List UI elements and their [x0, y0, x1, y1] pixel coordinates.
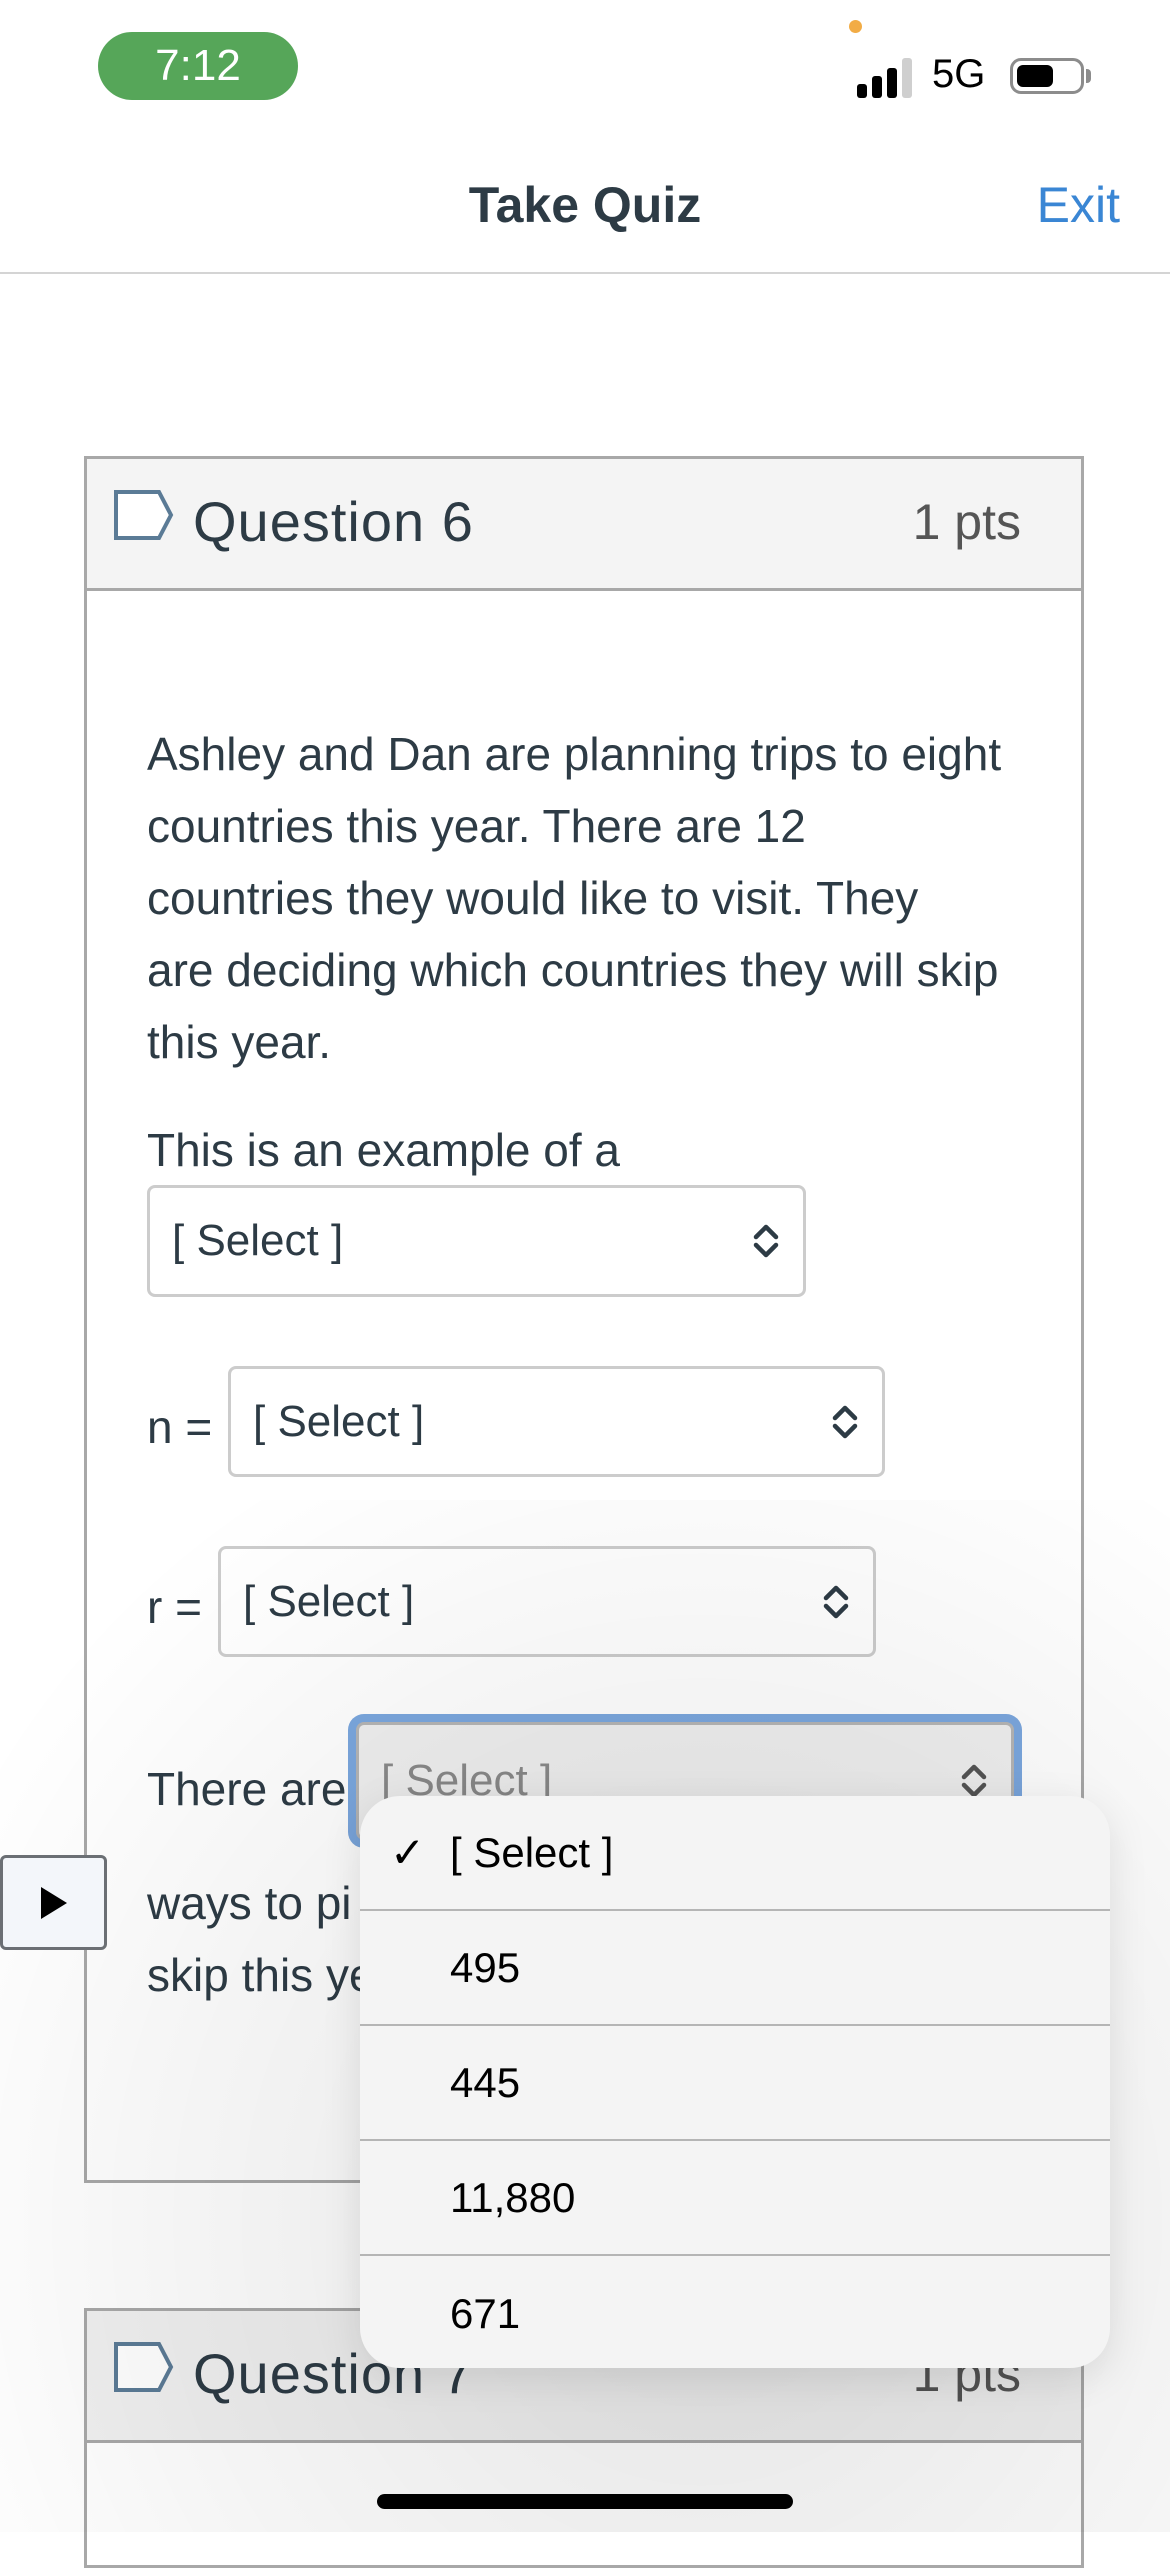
- question-text-line: Ashley and Dan are planning trips to eig…: [147, 728, 1002, 780]
- dropdown-option[interactable]: 445: [360, 2026, 1110, 2141]
- example-type-select[interactable]: [ Select ]: [147, 1185, 806, 1297]
- privacy-indicator-dot: [849, 20, 862, 33]
- example-prompt: This is an example of a: [147, 1124, 621, 1176]
- chevron-up-down-icon: [832, 1405, 858, 1438]
- question-text-line: countries they would like to visit. They: [147, 872, 919, 924]
- r-select[interactable]: [ Select ]: [218, 1546, 876, 1657]
- question-text-line: this year.: [147, 1016, 332, 1068]
- there-are-label: There are: [147, 1763, 347, 1815]
- ways-text-line-2: skip this ye: [147, 1949, 375, 2001]
- question-points: 1 pts: [912, 494, 1021, 550]
- battery-tip: [1086, 69, 1091, 83]
- select-value: [ Select ]: [172, 1216, 344, 1265]
- play-button[interactable]: [0, 1855, 107, 1950]
- dropdown-option-label: 671: [450, 2289, 521, 2337]
- r-label: r =: [147, 1581, 202, 1633]
- play-icon: [40, 1886, 67, 1919]
- battery-icon: [1010, 58, 1084, 94]
- dropdown-option[interactable]: 495: [360, 1911, 1110, 2026]
- dropdown-option-label: [ Select ]: [450, 1828, 614, 1876]
- chevron-up-down-icon: [753, 1224, 779, 1258]
- flag-outline-icon[interactable]: [113, 489, 175, 541]
- dropdown-option-label: 495: [450, 1943, 521, 1991]
- dropdown-option[interactable]: 671: [360, 2256, 1110, 2368]
- flag-outline-icon[interactable]: [113, 2341, 175, 2393]
- question-header: Question 6 1 pts: [87, 459, 1081, 591]
- home-indicator[interactable]: [377, 2494, 793, 2509]
- ways-text-line-1: ways to pi: [147, 1877, 352, 1929]
- dropdown-option[interactable]: 11,880: [360, 2141, 1110, 2256]
- exit-button[interactable]: Exit: [1037, 176, 1120, 234]
- header-divider: [0, 272, 1170, 274]
- question-text: Ashley and Dan are planning trips to eig…: [147, 718, 1047, 1078]
- page-title: Take Quiz: [468, 177, 702, 233]
- status-time: 7:12: [98, 32, 298, 100]
- chevron-up-down-icon: [961, 1764, 987, 1798]
- cellular-signal-icon: [857, 58, 913, 98]
- question-title: Question 6: [193, 490, 474, 553]
- dropdown-option-label: 11,880: [450, 2173, 576, 2221]
- checkmark-icon: ✓: [390, 1829, 426, 1876]
- dropdown-menu: ✓ [ Select ] 495 445 11,880 671: [360, 1796, 1110, 2368]
- network-type: 5G: [932, 52, 986, 96]
- n-select[interactable]: [ Select ]: [228, 1366, 885, 1477]
- n-label: n =: [147, 1401, 213, 1453]
- chevron-up-down-icon: [823, 1585, 849, 1618]
- question-text-line: countries this year. There are 12: [147, 800, 806, 852]
- question-text-line: are deciding which countries they will s…: [147, 944, 999, 996]
- select-value: [ Select ]: [243, 1576, 415, 1626]
- select-value: [ Select ]: [253, 1396, 425, 1446]
- dropdown-option[interactable]: ✓ [ Select ]: [360, 1796, 1110, 1911]
- dropdown-option-label: 445: [450, 2058, 521, 2106]
